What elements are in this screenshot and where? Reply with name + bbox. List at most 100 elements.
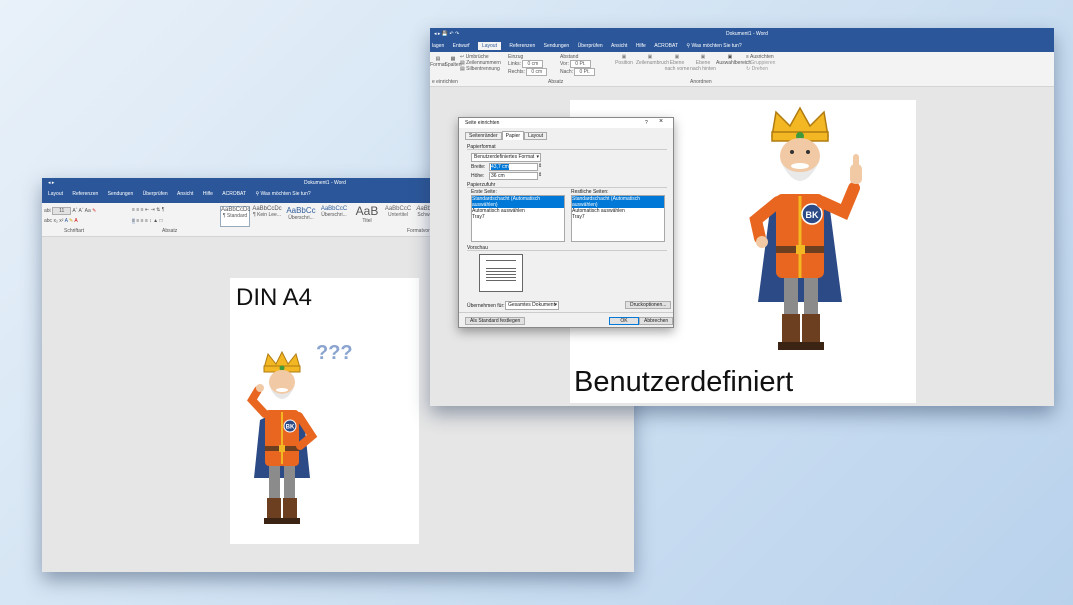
indent-left-input[interactable]: 0 cm [522,60,544,68]
page-label-din-a4: DIN A4 [236,284,313,311]
tab-papier[interactable]: Papier [501,131,525,140]
ok-button[interactable]: OK [609,317,639,325]
tab-hilfe[interactable]: Hilfe [203,191,213,197]
uebernehmen-label: Übernehmen für: [467,303,505,309]
sort-icon[interactable]: ⇅ [156,207,160,213]
tab-ansicht[interactable]: Ansicht [611,43,627,49]
breite-spinner[interactable]: ⇕ [538,163,542,169]
style-ueberschrift-1[interactable]: AaBbCc Überschri... [286,206,316,221]
hoehe-input[interactable]: 36 cm [489,172,538,180]
help-button[interactable]: ? [645,120,648,126]
ebene-nach-hinten-button[interactable]: ▣ Ebene nach hinten [690,54,716,72]
spacing-after-input[interactable]: 0 Pt. [574,68,595,76]
tab-referenzen[interactable]: Referenzen [509,43,535,49]
tab-acrobat[interactable]: ACROBAT [222,191,246,197]
quick-access-toolbar[interactable]: ◂ ▸ 💾 ↶ ↷ [434,31,459,37]
tab-layout[interactable]: Layout [48,191,63,197]
text-effects-icon[interactable]: A [65,218,68,224]
als-standard-button[interactable]: Als Standard festlegen [465,317,526,325]
tab-seitenraender[interactable]: Seitenränder [465,132,502,140]
tell-me-search[interactable]: ⚲ Was möchten Sie tun? [686,43,741,49]
indent-right-input[interactable]: 0 cm [526,68,548,76]
font-name-dropdown[interactable]: abi [44,208,51,214]
style-name: ¶ Kein Lee... [253,212,281,218]
tab-ueberpruefen[interactable]: Überprüfen [143,191,168,197]
zeilenumbruch-button[interactable]: ▣ Zeilenumbruch [636,54,669,66]
ebene-nach-vorne-button[interactable]: ▣ Ebene nach vorne [664,54,690,72]
highlight-icon[interactable]: ✎ [69,218,73,224]
indent-left-label: Links: [508,61,522,67]
subscript-icon[interactable]: x₂ [53,218,57,224]
tab-entwurf[interactable]: Entwurf [453,43,470,49]
silbentrennung-dropdown[interactable]: ▤ Silbentrennung [460,66,501,72]
shading-icon[interactable]: ▲ [153,218,158,224]
right-window-title: Dokument1 - Word [726,31,768,37]
auswahlbereich-button[interactable]: ▣ Auswahlbereich [716,54,751,66]
pilcrow-icon[interactable]: ¶ [162,207,165,213]
tab-ueberpruefen[interactable]: Überprüfen [578,43,603,49]
list-item[interactable]: Tray7 [572,214,664,220]
change-case-icon[interactable]: Aa [85,208,91,214]
erste-seite-list[interactable]: Standardschacht (Automatisch auswählen) … [471,195,565,242]
align-center-icon[interactable]: ≡ [136,218,139,224]
left-window-title: Dokument1 - Word [304,180,346,186]
decrease-indent-icon[interactable]: ⇤ [145,207,149,213]
tab-vorlagen[interactable]: lagen [432,43,444,49]
grow-font-icon[interactable]: Aˆ [72,208,77,214]
breite-value: 43,7 cm [491,164,509,170]
druckoptionen-button[interactable]: Druckoptionen... [625,301,672,309]
group-label-schriftart: Schriftart [64,228,85,234]
hoehe-spinner[interactable]: ⇕ [538,172,542,178]
apply-to-dropdown[interactable]: Gesamtes Dokument ▾ [505,301,559,310]
left-document-page[interactable]: DIN A4 ??? BK [230,278,419,544]
restliche-seiten-list[interactable]: Standardschacht (Automatisch auswählen) … [571,195,665,242]
shrink-font-icon[interactable]: Aˇ [79,208,84,214]
list-item[interactable]: Tray7 [472,214,564,220]
style-name: Titel [362,218,372,224]
tab-layout-active[interactable]: Layout [477,42,501,50]
increase-indent-icon[interactable]: ⇥ [151,207,155,213]
apply-to-value: Gesamtes Dokument [508,302,555,308]
align-left-icon[interactable]: ≡ [132,218,135,224]
style-untertitel[interactable]: AaBbCcC Untertitel [383,206,413,218]
numbering-icon[interactable]: ≡ [136,207,139,213]
position-button[interactable]: ▣ Position [614,54,634,66]
style-standard[interactable]: AaBbCcDc ¶ Standard [220,206,250,227]
style-titel[interactable]: AaB Titel [354,204,380,224]
drehen-dropdown[interactable]: ↻ Drehen [746,66,775,72]
breite-input[interactable]: 43,7 cm [489,163,538,171]
group-label-absatz: Absatz [162,228,178,234]
borders-icon[interactable]: □ [159,218,162,224]
spacing-before-input[interactable]: 0 Pt. [570,60,591,68]
tab-acrobat[interactable]: ACROBAT [654,43,678,49]
chevron-down-icon: ▾ [554,302,557,308]
tell-me-search[interactable]: ⚲ Was möchten Sie tun? [255,191,310,197]
tell-me-label: Was möchten Sie tun? [260,191,311,197]
svg-text:BK: BK [286,425,295,431]
superscript-icon[interactable]: x² [59,218,63,224]
dialog-tabs: Seitenränder Papier Layout [465,131,548,140]
list-item[interactable]: Standardschacht (Automatisch auswählen) [572,196,664,208]
close-button[interactable]: × [659,118,663,125]
tab-referenzen[interactable]: Referenzen [72,191,98,197]
tab-sendungen[interactable]: Sendungen [544,43,570,49]
tab-layout[interactable]: Layout [524,132,548,140]
strike-icon[interactable]: abc [44,218,52,224]
clear-format-icon[interactable]: ✎ [92,208,96,214]
bullets-icon[interactable]: ≡ [132,207,135,213]
multilevel-icon[interactable]: ≡ [141,207,144,213]
tab-ansicht[interactable]: Ansicht [177,191,193,197]
page-preview [479,254,523,292]
tab-sendungen[interactable]: Sendungen [108,191,134,197]
list-item[interactable]: Standardschacht (Automatisch auswählen) [472,196,564,208]
font-size-dropdown[interactable]: 11 [52,207,72,215]
style-ueberschrift-2[interactable]: AaBbCcC Überschri... [319,206,349,218]
paper-size-dropdown[interactable]: Benutzerdefiniertes Format ▾ [471,153,541,162]
tab-hilfe[interactable]: Hilfe [636,43,646,49]
line-spacing-icon[interactable]: ↕ [149,218,152,224]
abbrechen-button[interactable]: Abbrechen [639,317,674,325]
align-right-icon[interactable]: ≡ [141,218,144,224]
style-kein-leerraum[interactable]: AaBbCcDc ¶ Kein Lee... [252,206,282,218]
justify-icon[interactable]: ≡ [145,218,148,224]
font-color-icon[interactable]: A [74,218,77,224]
